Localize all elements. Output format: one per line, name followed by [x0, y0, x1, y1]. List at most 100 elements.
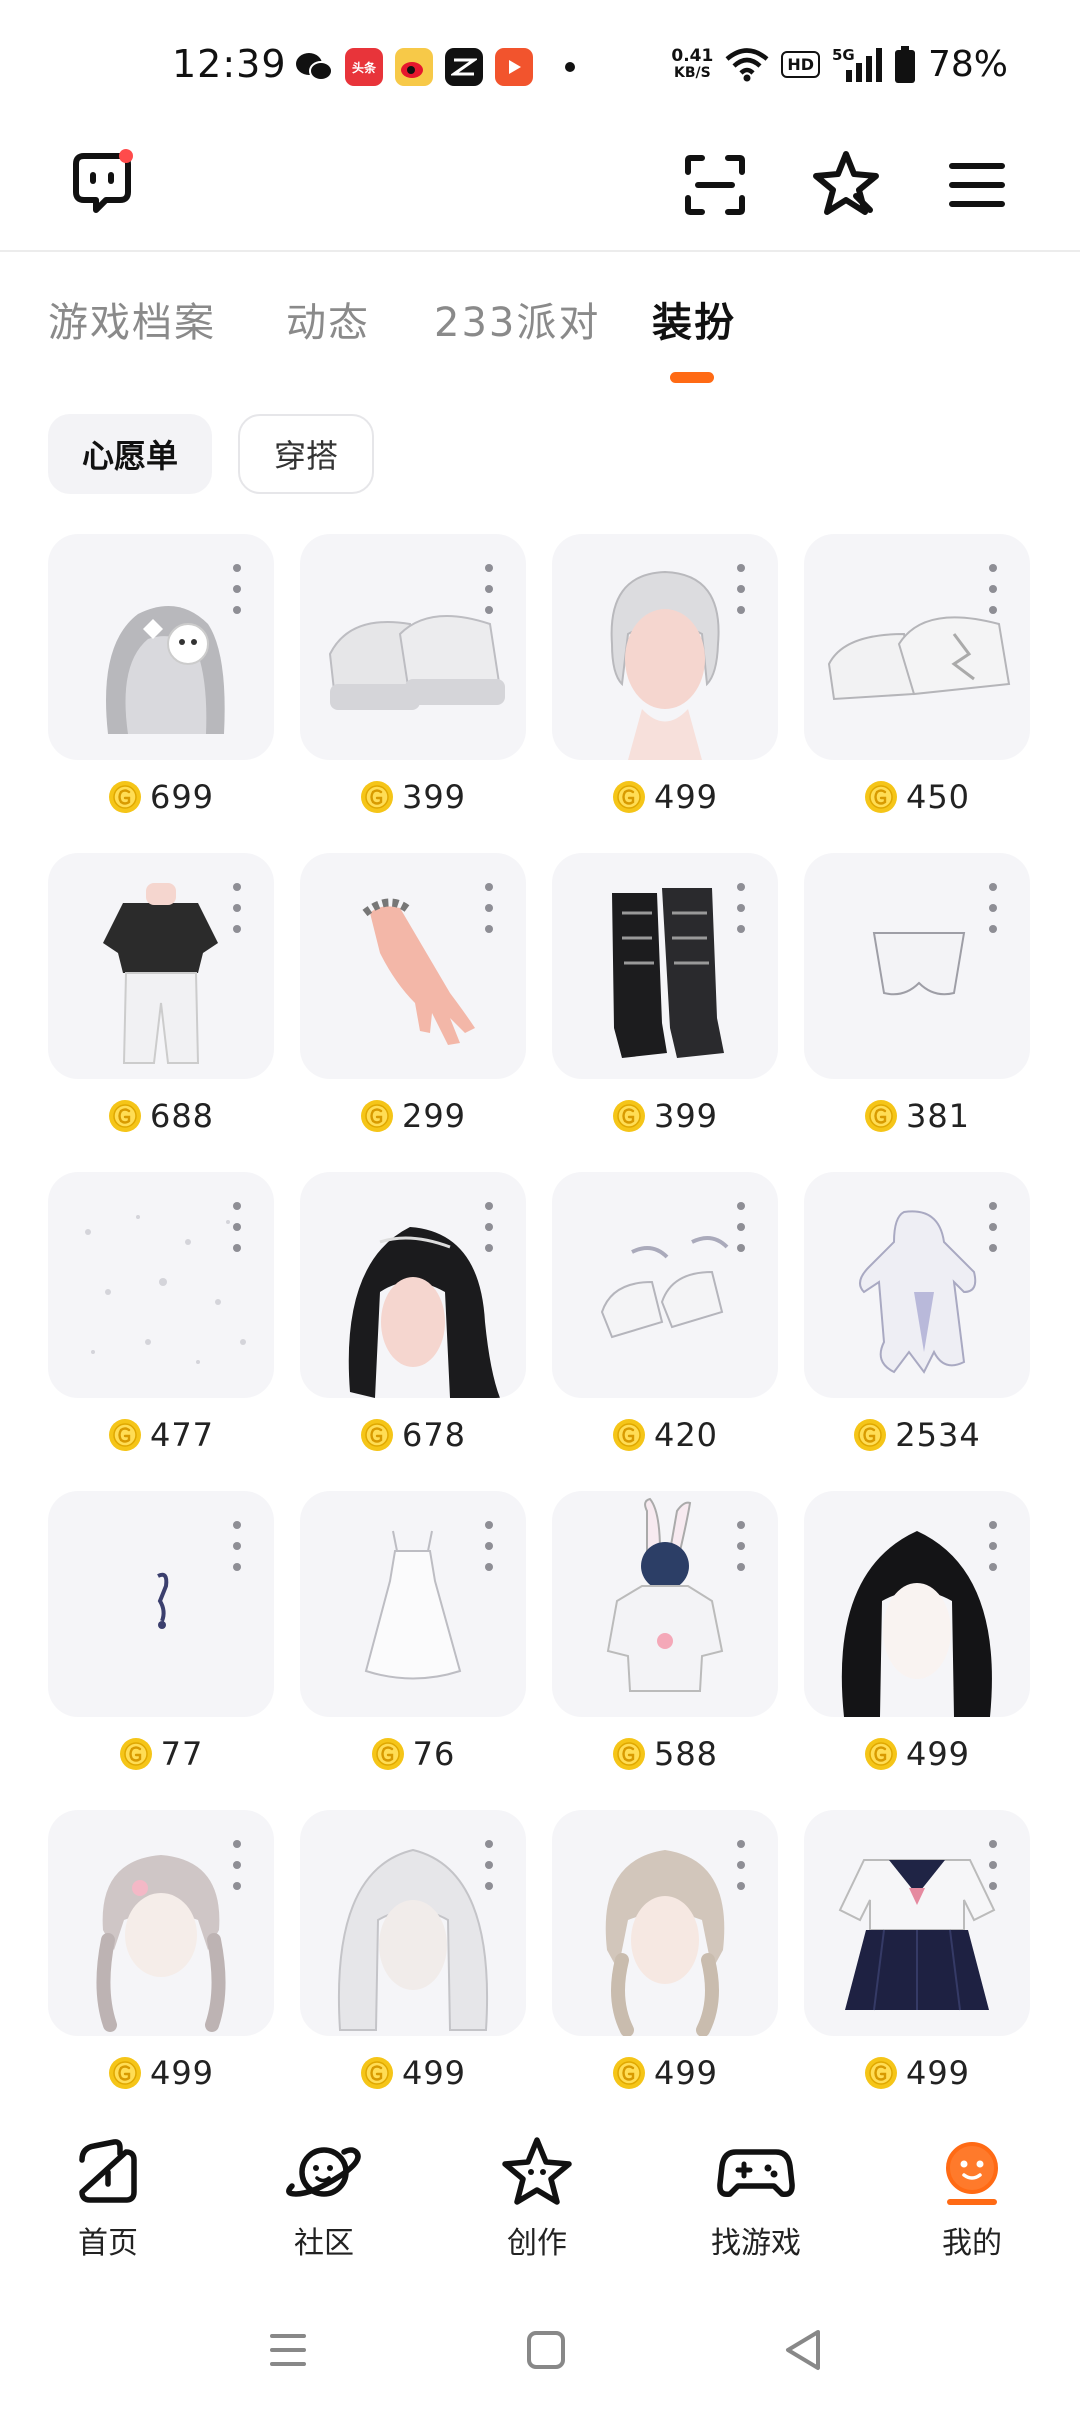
item-thumbnail[interactable] [552, 853, 778, 1079]
wishlist-item[interactable]: 688 [48, 853, 274, 1172]
more-options-button[interactable] [230, 1521, 244, 1571]
price-value: 499 [653, 778, 719, 816]
more-options-button[interactable] [230, 564, 244, 614]
more-options-button[interactable] [230, 1840, 244, 1890]
coin-icon [360, 1100, 393, 1132]
item-thumbnail[interactable] [804, 1810, 1030, 2036]
item-thumbnail[interactable] [300, 853, 526, 1079]
item-thumbnail[interactable] [804, 1491, 1030, 1717]
wishlist-item[interactable]: 499 [300, 1810, 526, 2129]
more-options-button[interactable] [734, 883, 748, 933]
item-thumbnail[interactable] [48, 534, 274, 760]
item-thumbnail[interactable] [300, 1491, 526, 1717]
coin-icon [854, 1419, 887, 1451]
tab-activity[interactable]: 动态 [286, 290, 370, 348]
more-options-button[interactable] [482, 1521, 496, 1571]
tab-233-party[interactable]: 233派对 [434, 290, 600, 348]
wishlist-item[interactable]: 588 [552, 1491, 778, 1810]
item-price: 499 [300, 2054, 526, 2092]
message-logo-button[interactable] [66, 148, 138, 220]
item-thumbnail[interactable] [300, 1172, 526, 1398]
wishlist-item[interactable]: 399 [552, 853, 778, 1172]
item-thumbnail[interactable] [804, 534, 1030, 760]
wishlist-item[interactable]: 499 [804, 1810, 1030, 2129]
gamepad-icon [717, 2149, 795, 2198]
price-value: 678 [401, 1416, 467, 1454]
scan-icon [685, 155, 745, 215]
wishlist-item[interactable]: 420 [552, 1172, 778, 1491]
bottom-navigation: 首页 社区 创作 找游戏 我的 [0, 2120, 1080, 2270]
more-options-button[interactable] [734, 1202, 748, 1252]
wishlist-item[interactable]: 499 [552, 1810, 778, 2129]
wishlist-item[interactable]: 699 [48, 534, 274, 853]
scan-button[interactable] [680, 150, 750, 220]
item-price: 76 [300, 1735, 526, 1773]
item-thumbnail[interactable] [48, 1810, 274, 2036]
more-options-button[interactable] [230, 1202, 244, 1252]
tab-game-archive[interactable]: 游戏档案 [48, 290, 216, 348]
more-options-button[interactable] [734, 1521, 748, 1571]
more-options-button[interactable] [482, 564, 496, 614]
more-options-button[interactable] [482, 1202, 496, 1252]
hd-badge: HD [781, 51, 820, 78]
wishlist-item[interactable]: 299 [300, 853, 526, 1172]
tab-dress-up[interactable]: 装扮 [652, 290, 736, 348]
more-options-button[interactable] [986, 564, 1000, 614]
wishlist-item[interactable]: 450 [804, 534, 1030, 853]
coin-icon [612, 1100, 645, 1132]
wishlist-item[interactable]: 76 [300, 1491, 526, 1810]
more-options-button[interactable] [986, 1202, 1000, 1252]
nav-community[interactable]: 社区 [254, 2132, 394, 2262]
item-thumbnail[interactable] [48, 853, 274, 1079]
item-thumbnail[interactable] [804, 853, 1030, 1079]
more-options-button[interactable] [986, 883, 1000, 933]
wishlist-item[interactable]: 399 [300, 534, 526, 853]
home-icon [79, 2139, 137, 2203]
more-options-button[interactable] [482, 883, 496, 933]
top-app-bar [0, 130, 1080, 252]
more-options-button[interactable] [230, 883, 244, 933]
item-thumbnail[interactable] [804, 1172, 1030, 1398]
item-thumbnail[interactable] [552, 534, 778, 760]
back-icon[interactable] [774, 2320, 834, 2380]
wishlist-item[interactable]: 381 [804, 853, 1030, 1172]
more-options-button[interactable] [986, 1521, 1000, 1571]
wishlist-item[interactable]: 2534 [804, 1172, 1030, 1491]
coin-icon [108, 1100, 141, 1132]
wishlist-item[interactable]: 477 [48, 1172, 274, 1491]
star-create-icon [502, 2137, 572, 2205]
item-thumbnail[interactable] [552, 1810, 778, 2036]
item-price: 688 [48, 1097, 274, 1135]
item-thumbnail[interactable] [552, 1491, 778, 1717]
wishlist-item[interactable]: 499 [48, 1810, 274, 2129]
price-value: 450 [905, 778, 971, 816]
item-thumbnail[interactable] [552, 1172, 778, 1398]
wishlist-item[interactable]: 499 [552, 534, 778, 853]
more-options-button[interactable] [734, 1840, 748, 1890]
menu-button[interactable] [944, 152, 1010, 218]
home-system-icon[interactable] [516, 2320, 576, 2380]
item-thumbnail[interactable] [48, 1491, 274, 1717]
price-value: 699 [149, 778, 215, 816]
more-options-button[interactable] [734, 564, 748, 614]
system-navigation-bar [0, 2290, 1080, 2412]
nav-create[interactable]: 创作 [467, 2132, 607, 2262]
coin-icon [360, 781, 393, 813]
more-options-button[interactable] [986, 1840, 1000, 1890]
chip-wishlist[interactable]: 心愿单 [48, 414, 213, 494]
price-value: 499 [905, 1735, 971, 1773]
recent-apps-icon[interactable] [258, 2320, 318, 2380]
wishlist-item[interactable]: 499 [804, 1491, 1030, 1810]
wishlist-item[interactable]: 678 [300, 1172, 526, 1491]
nav-me[interactable]: 我的 [902, 2132, 1042, 2262]
nav-find-games[interactable]: 找游戏 [686, 2132, 826, 2262]
favorites-button[interactable] [810, 148, 882, 220]
item-thumbnail[interactable] [300, 1810, 526, 2036]
nav-home[interactable]: 首页 [38, 2132, 178, 2262]
item-thumbnail[interactable] [300, 534, 526, 760]
item-thumbnail[interactable] [48, 1172, 274, 1398]
item-price: 2534 [804, 1416, 1030, 1454]
more-options-button[interactable] [482, 1840, 496, 1890]
wishlist-item[interactable]: 77 [48, 1491, 274, 1810]
chip-outfits[interactable]: 穿搭 [238, 414, 375, 494]
